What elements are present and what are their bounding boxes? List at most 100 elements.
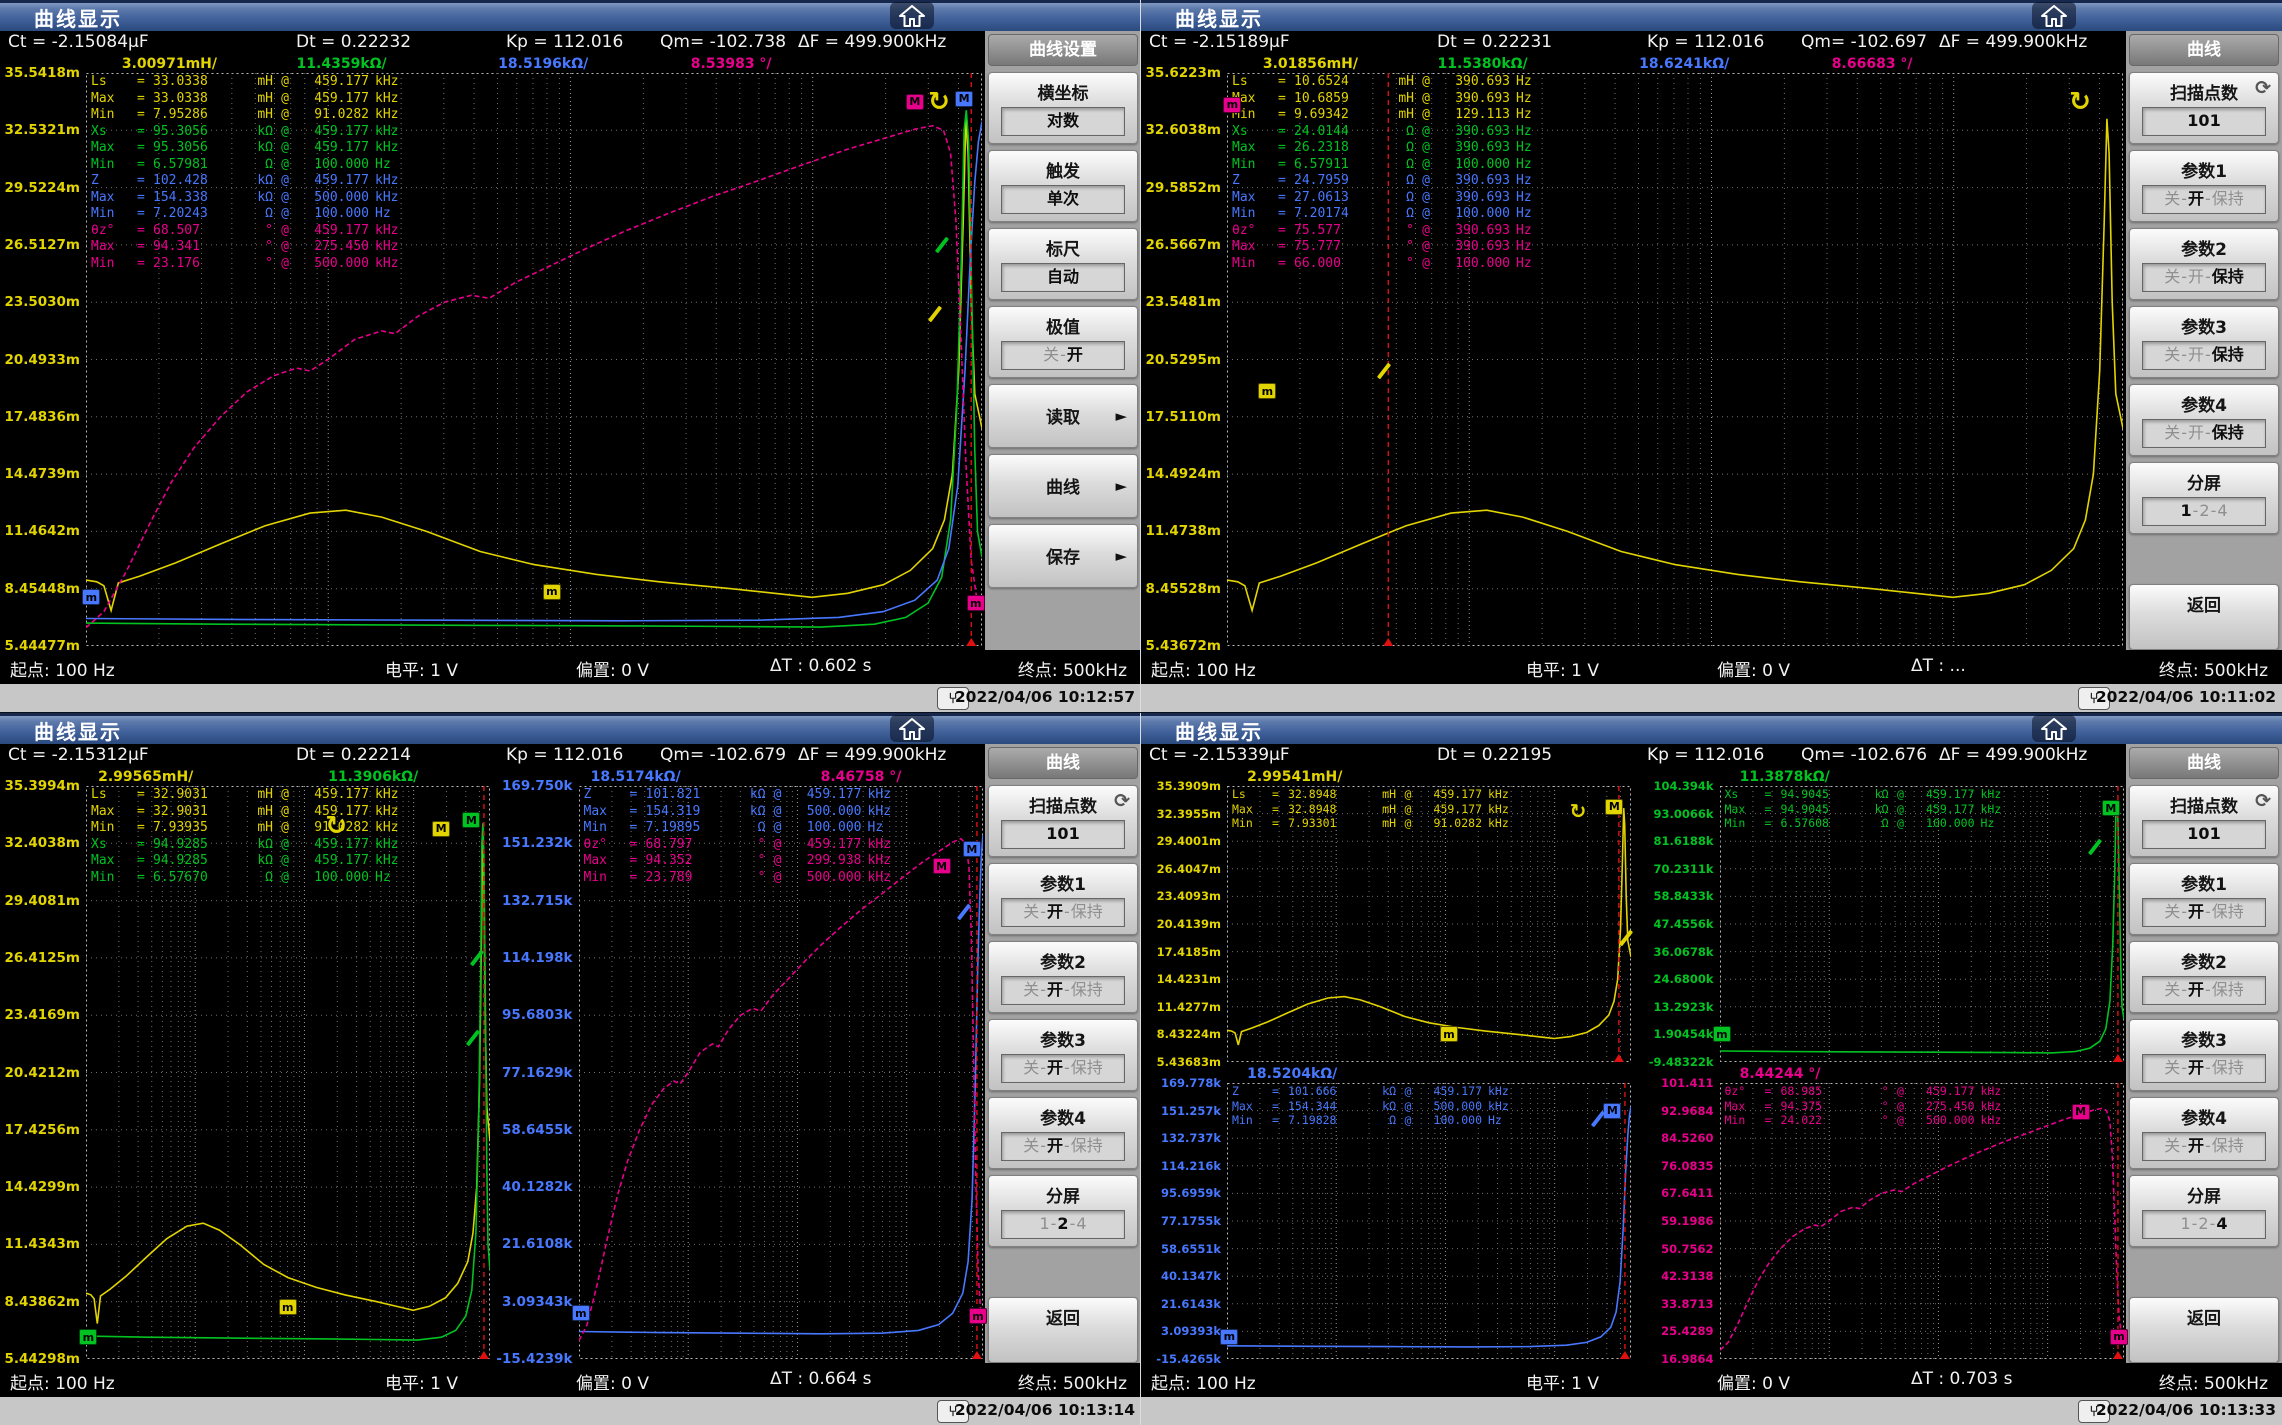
legend-cell: @: [273, 140, 297, 157]
return-button[interactable]: 返回: [2129, 1297, 2279, 1363]
sidebar-button-0[interactable]: 扫描点数⟳101: [988, 785, 1138, 857]
chart-region: 2.99541mH/35.3909m32.3955m29.4001m26.404…: [1141, 769, 2126, 1363]
legend-cell: 390.693: [1438, 190, 1510, 207]
legend-cell: =: [1278, 91, 1294, 108]
sidebar-button-5[interactable]: 分屏1-2-4: [2129, 462, 2279, 534]
y-tick: 11.4277m: [1141, 1000, 1221, 1014]
sidebar-button-4[interactable]: 参数4关-开-保持: [2129, 384, 2279, 456]
y-tick: 23.5030m: [0, 294, 80, 310]
legend-cell: 101.666: [1288, 1084, 1362, 1099]
legend-cell: 390.693: [1438, 74, 1510, 91]
legend-row: Max=154.319kΩ@500.000kHz: [584, 804, 891, 821]
sidebar: 曲线 扫描点数⟳101参数1关-开-保持参数2关-开-保持参数3关-开-保持参数…: [2126, 744, 2282, 1363]
value-separator: -: [2205, 902, 2211, 921]
legend-cell: Min: [1725, 816, 1765, 831]
scale-row: 3.01856mH/11.5380kΩ/18.6241kΩ/8.66683 °/: [1227, 56, 2123, 73]
legend-cell: kΩ: [239, 140, 273, 157]
legend-cell: kHz: [1975, 1113, 2002, 1128]
legend-cell: =: [1278, 239, 1294, 256]
sidebar-button-4[interactable]: 参数4关-开-保持: [988, 1097, 1138, 1169]
legend-cell: kHz: [369, 787, 398, 804]
sidebar-button-2[interactable]: 参数2关-开-保持: [2129, 941, 2279, 1013]
sidebar-button-2[interactable]: 参数2关-开-保持: [2129, 228, 2279, 300]
sidebar-button-3[interactable]: 极值关-开: [988, 306, 1138, 378]
legend-cell: 95.3056: [153, 140, 239, 157]
sidebar-button-6[interactable]: 保存►: [988, 524, 1138, 588]
legend-cell: 32.8948: [1288, 802, 1362, 817]
y-tick: 17.4185m: [1141, 945, 1221, 959]
sidebar-button-5[interactable]: 分屏1-2-4: [2129, 1175, 2279, 1247]
value-option: 自动: [1047, 267, 1079, 286]
legend-cell: mH: [1362, 816, 1396, 831]
legend-cell: 26.2318: [1294, 140, 1380, 157]
legend-cell: =: [137, 124, 153, 141]
y-tick: 21.6143k: [1141, 1297, 1221, 1311]
value-separator: -: [2205, 1058, 2211, 1077]
title-bar: 曲线显示: [0, 713, 1140, 744]
home-icon[interactable]: [890, 2, 934, 29]
status-item-2: 偏置: 0 V: [1717, 1369, 1790, 1394]
legend-cell: Max: [91, 140, 137, 157]
return-button[interactable]: 返回: [2129, 584, 2279, 650]
sidebar-button-2[interactable]: 标尺自动: [988, 228, 1138, 300]
measurement-2: Kp = 112.016: [1647, 745, 1764, 765]
sidebar-button-3[interactable]: 参数3关-开-保持: [988, 1019, 1138, 1091]
legend-cell: 500.000: [297, 256, 369, 273]
home-icon[interactable]: [2032, 715, 2076, 742]
return-button[interactable]: 返回: [988, 1297, 1138, 1363]
value-option: 关: [2164, 423, 2180, 442]
sidebar-button-2[interactable]: 参数2关-开-保持: [988, 941, 1138, 1013]
y-tick: 47.4556k: [1630, 917, 1714, 931]
sidebar-button-4[interactable]: 读取►: [988, 384, 1138, 448]
value-option: 开: [2188, 189, 2204, 208]
legend-cell: Ls: [91, 787, 137, 804]
legend-cell: θz°: [1725, 1084, 1765, 1099]
measurement-1: Dt = 0.22231: [1437, 32, 1552, 52]
sidebar-button-3[interactable]: 参数3关-开-保持: [2129, 306, 2279, 378]
button-value: 关-开-保持: [2142, 263, 2266, 292]
sidebar-button-0[interactable]: 扫描点数⟳101: [2129, 72, 2279, 144]
legend-cell: =: [137, 190, 153, 207]
sidebar-button-1[interactable]: 参数1关-开-保持: [2129, 863, 2279, 935]
y-tick: 23.4169m: [0, 1007, 80, 1023]
measurement-3: Qm= -102.697: [1801, 32, 1927, 52]
home-icon[interactable]: [2032, 2, 2076, 29]
sidebar-button-5[interactable]: 曲线►: [988, 454, 1138, 518]
sidebar-button-1[interactable]: 触发单次: [988, 150, 1138, 222]
chart-0: 3.00971mH/11.4359kΩ/18.5196kΩ/8.53983 °/…: [0, 56, 985, 650]
chart-region: 2.99565mH/11.3906kΩ/35.3994m32.4038m29.4…: [0, 769, 985, 1363]
refresh-icon: ⟳: [2255, 790, 2271, 812]
legend-cell: 299.938: [790, 853, 862, 870]
value-separator: -: [2211, 501, 2217, 520]
sidebar-button-0[interactable]: 扫描点数⟳101: [2129, 785, 2279, 857]
legend: θz°=68.985°@459.177kHzMax=94.375°@275.45…: [1725, 1084, 2002, 1128]
legend-row: Min=9.69342mH@129.113Hz: [1232, 107, 1532, 124]
sidebar-button-0[interactable]: 横坐标对数: [988, 72, 1138, 144]
legend-cell: 10.6859: [1294, 91, 1380, 108]
value-option: 保持: [2212, 267, 2244, 286]
y-tick: 114.198k: [489, 950, 573, 966]
legend-cell: 7.19828: [1288, 1113, 1362, 1128]
value-option: 保持: [2212, 423, 2244, 442]
value-separator: -: [1040, 1136, 1046, 1155]
y-tick: 132.715k: [489, 893, 573, 909]
scale-per-div-1: 11.3906kΩ/: [328, 769, 418, 785]
sweep-status-bar: 起点: 100 Hz电平: 1 V偏置: 0 VΔT : ...终点: 500k…: [1141, 650, 2282, 684]
value-separator: -: [1064, 980, 1070, 999]
sidebar-button-1[interactable]: 参数1关-开-保持: [988, 863, 1138, 935]
y-tick: 23.5481m: [1141, 294, 1221, 310]
legend-cell: Hz: [369, 157, 391, 174]
y-tick: 20.5295m: [1141, 352, 1221, 368]
y-tick: 29.5224m: [0, 180, 80, 196]
home-icon[interactable]: [890, 715, 934, 742]
sidebar-button-3[interactable]: 参数3关-开-保持: [2129, 1019, 2279, 1091]
legend-row: Max=94.9045kΩ@459.177kHz: [1725, 802, 2002, 817]
button-value: 1-2-4: [2142, 1210, 2266, 1239]
button-value: 自动: [1001, 263, 1125, 292]
legend-cell: mH: [1380, 91, 1414, 108]
legend-cell: 390.693: [1438, 173, 1510, 190]
sidebar-button-4[interactable]: 参数4关-开-保持: [2129, 1097, 2279, 1169]
sidebar-button-1[interactable]: 参数1关-开-保持: [2129, 150, 2279, 222]
y-tick: 32.4038m: [0, 835, 80, 851]
sidebar-button-5[interactable]: 分屏1-2-4: [988, 1175, 1138, 1247]
